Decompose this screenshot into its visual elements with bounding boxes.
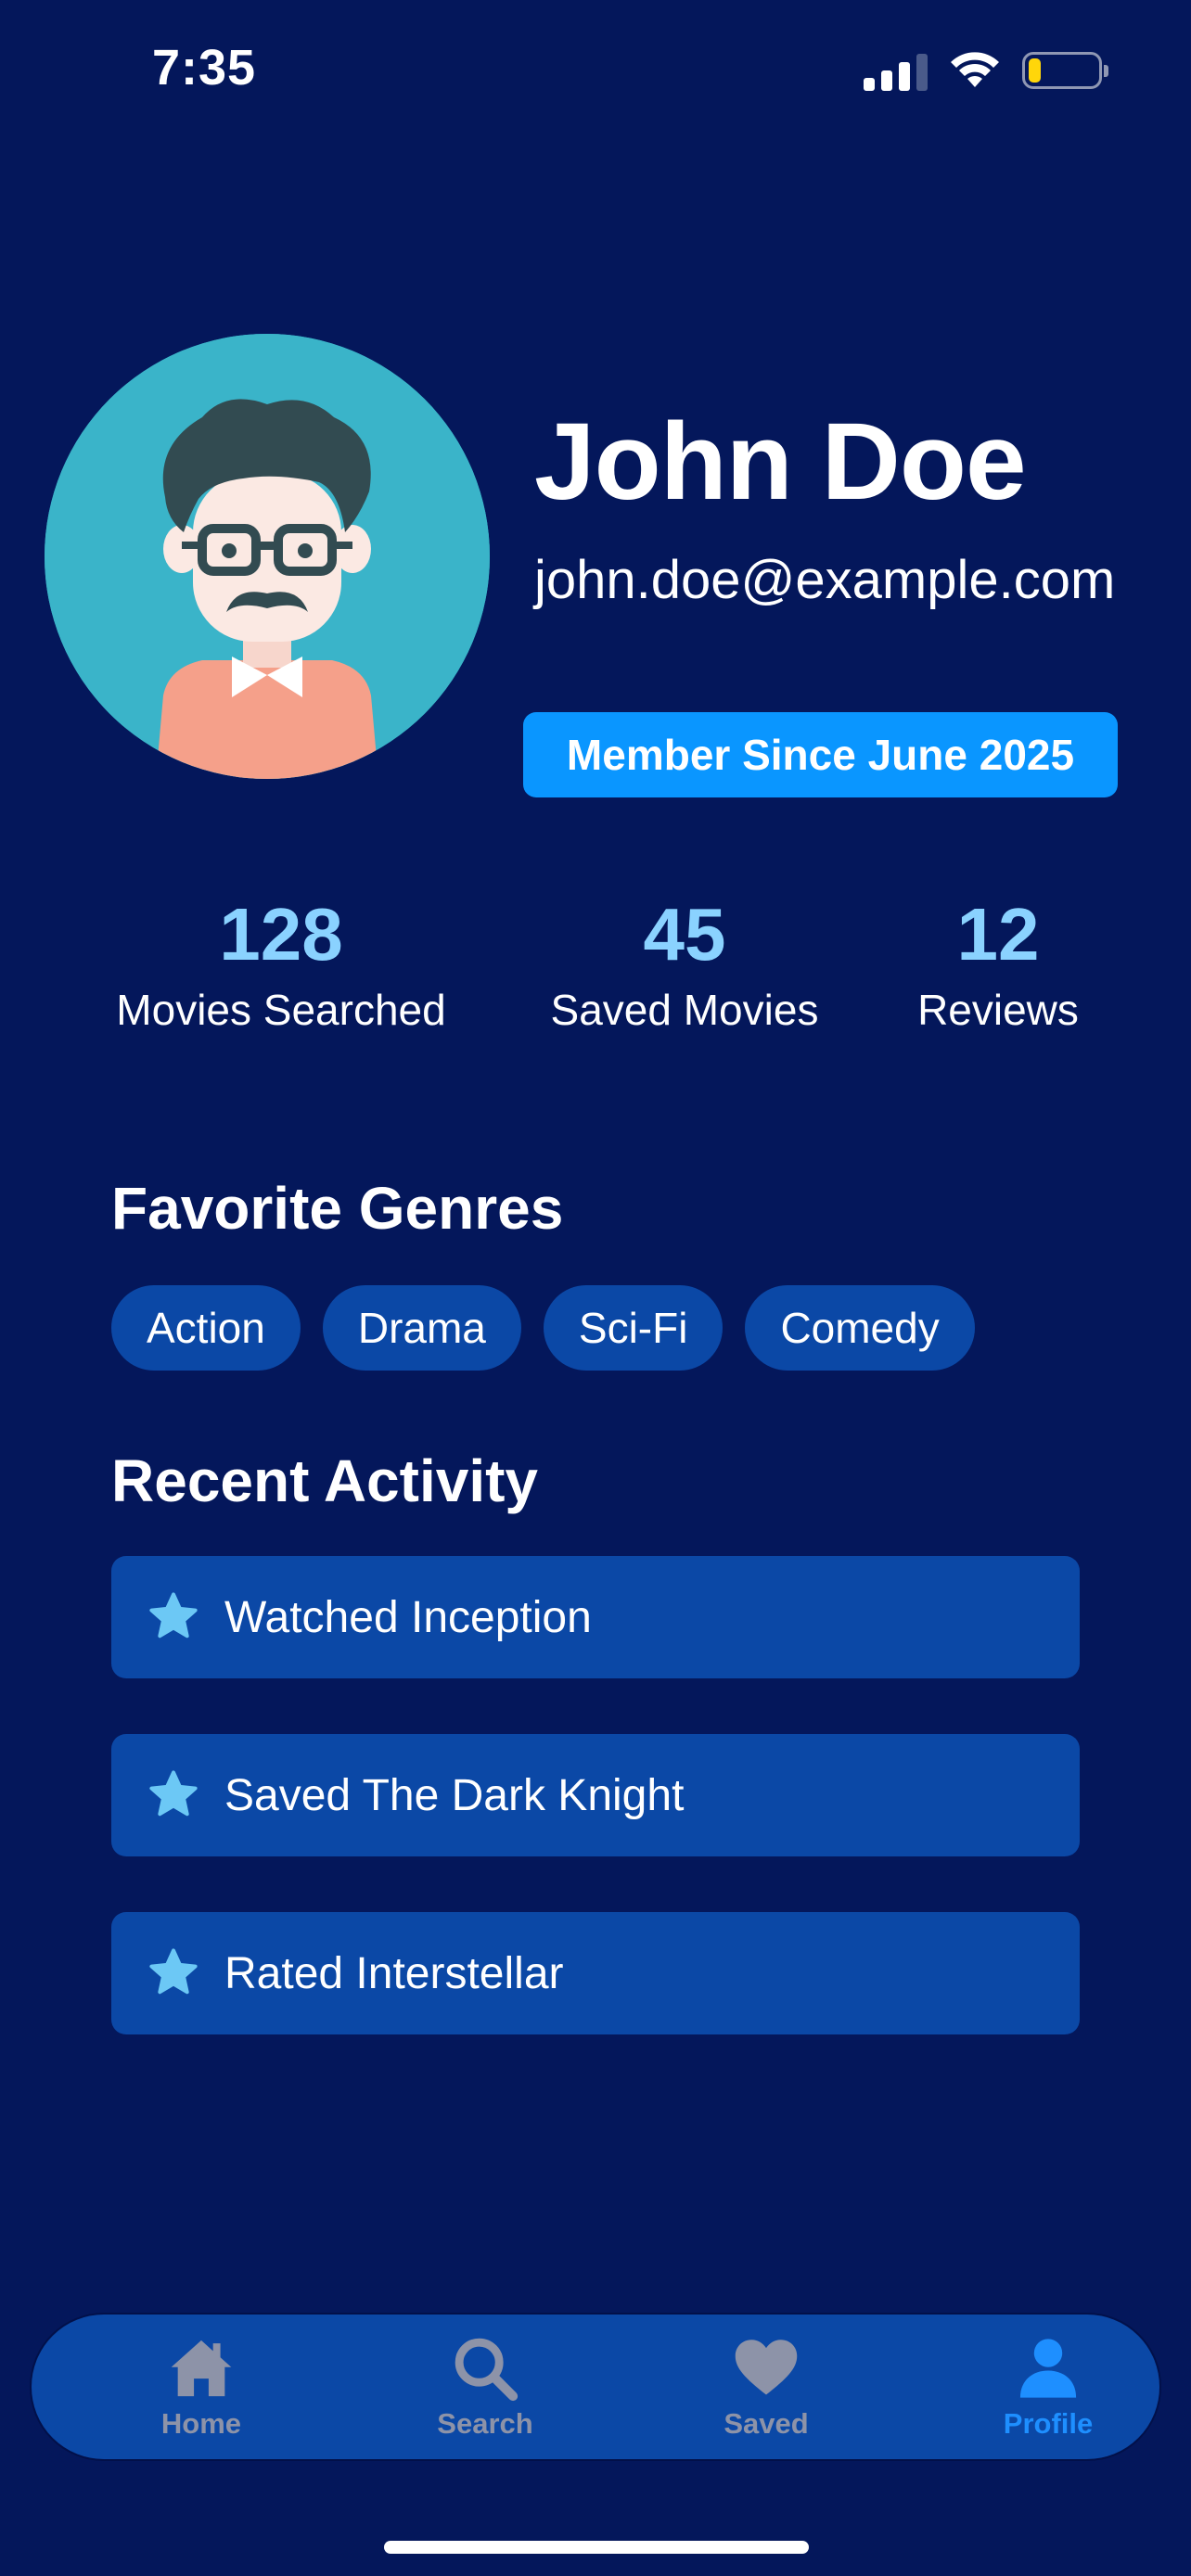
- activity-item[interactable]: Saved The Dark Knight: [111, 1734, 1080, 1856]
- stat-saved-movies: 45 Saved Movies: [544, 890, 826, 1035]
- avatar[interactable]: [45, 334, 490, 779]
- stat-label: Reviews: [917, 986, 1079, 1034]
- member-since-badge: Member Since June 2025: [523, 712, 1118, 797]
- user-email: john.doe@example.com: [534, 550, 1116, 610]
- star-icon: [149, 1770, 198, 1817]
- person-icon: [1019, 2339, 1077, 2398]
- tab-home[interactable]: Home: [109, 2333, 294, 2441]
- genre-chip-sci-fi[interactable]: Sci-Fi: [543, 1285, 724, 1371]
- favorite-genres-heading: Favorite Genres: [111, 1175, 564, 1242]
- cellular-signal-icon: [864, 50, 928, 91]
- status-icons: [864, 48, 1108, 93]
- tab-label: Saved: [724, 2407, 809, 2440]
- profile-screen: 7:35 John Doe john.doe@example.com Membe…: [0, 0, 1191, 2576]
- tab-label: Search: [437, 2407, 533, 2440]
- activity-text: Watched Inception: [224, 1592, 592, 1642]
- stat-value: 45: [643, 893, 726, 976]
- genre-chip-comedy[interactable]: Comedy: [745, 1285, 975, 1371]
- tab-bar: Home Search Saved Profile: [30, 2313, 1161, 2461]
- tab-label: Home: [160, 2407, 242, 2440]
- stat-label: Movies Searched: [116, 986, 446, 1034]
- tab-saved[interactable]: Saved: [673, 2333, 859, 2441]
- stat-value: 12: [956, 893, 1040, 976]
- home-indicator[interactable]: [384, 2541, 809, 2554]
- status-time: 7:35: [152, 40, 257, 96]
- tab-label: Profile: [1003, 2407, 1094, 2440]
- stat-value: 128: [219, 893, 343, 976]
- genre-chip-list: Action Drama Sci-Fi Comedy: [111, 1285, 975, 1371]
- avatar-illustration: [45, 334, 490, 779]
- genre-chip-action[interactable]: Action: [111, 1285, 301, 1371]
- battery-icon: [1022, 52, 1108, 89]
- stat-reviews: 12 Reviews: [909, 890, 1087, 1035]
- recent-activity-heading: Recent Activity: [111, 1447, 538, 1514]
- activity-item[interactable]: Watched Inception: [111, 1556, 1080, 1678]
- activity-item[interactable]: Rated Interstellar: [111, 1912, 1080, 2034]
- tab-profile[interactable]: Profile: [955, 2333, 1141, 2441]
- stat-movies-searched: 128 Movies Searched: [111, 890, 451, 1035]
- search-icon: [455, 2338, 519, 2402]
- stat-label: Saved Movies: [550, 986, 819, 1034]
- heart-icon: [735, 2340, 798, 2395]
- home-icon: [171, 2340, 232, 2397]
- activity-text: Saved The Dark Knight: [224, 1770, 685, 1820]
- star-icon: [149, 1948, 198, 1995]
- genre-chip-drama[interactable]: Drama: [322, 1285, 521, 1371]
- user-name: John Doe: [534, 401, 1027, 523]
- tab-search[interactable]: Search: [392, 2333, 578, 2441]
- activity-text: Rated Interstellar: [224, 1948, 564, 1998]
- wifi-icon: [951, 52, 999, 87]
- star-icon: [149, 1592, 198, 1639]
